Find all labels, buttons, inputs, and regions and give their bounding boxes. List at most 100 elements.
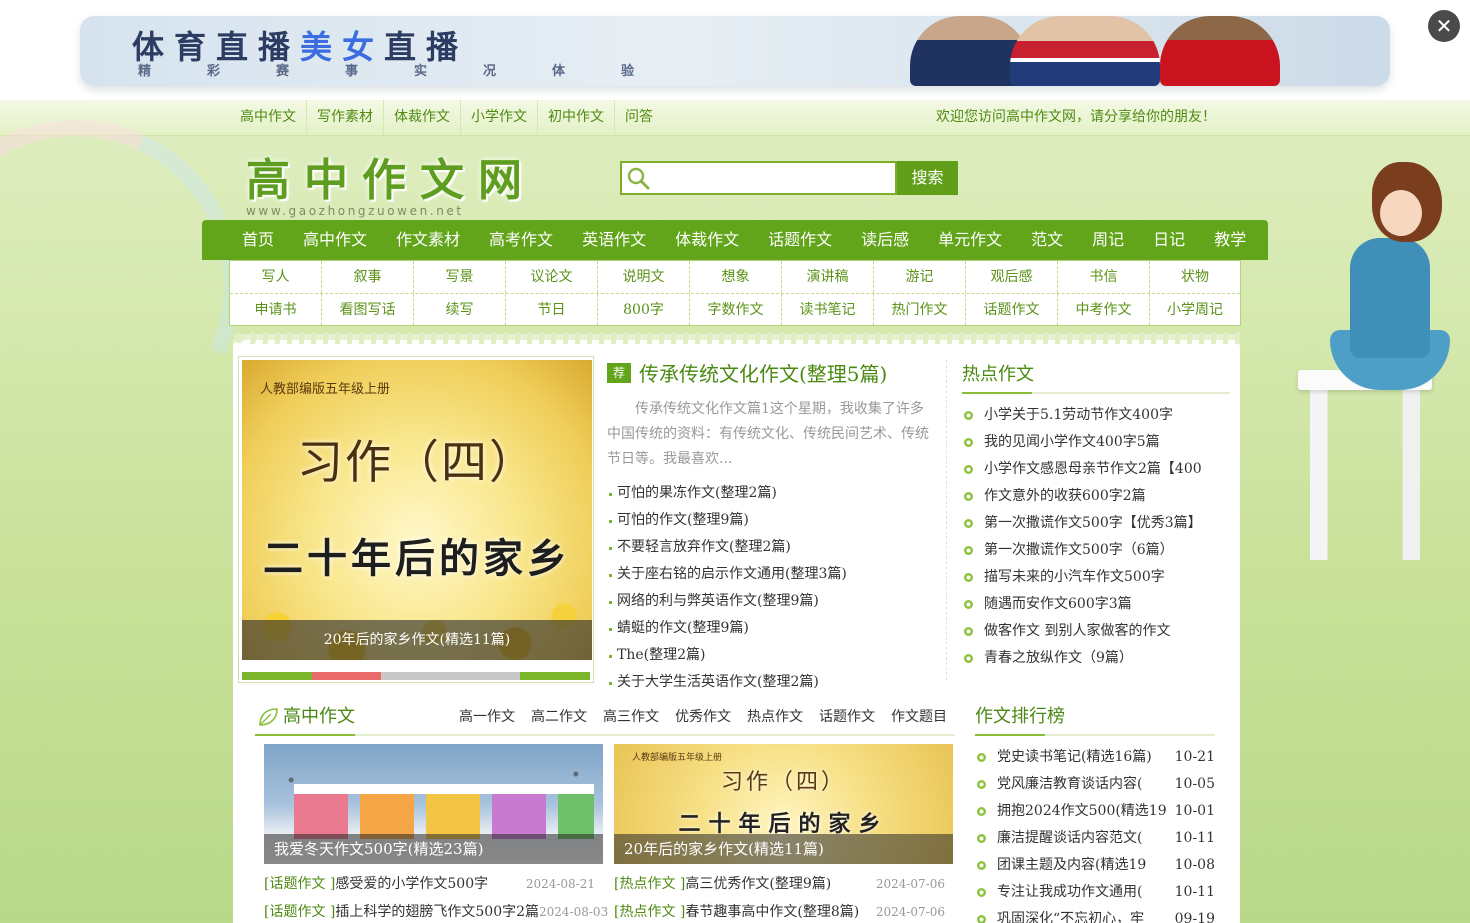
list-item[interactable]: [话题作文 ]插上科学的翅膀飞作文500字2篇 2024-08-03: [264, 898, 608, 923]
sub-nav-item[interactable]: 读书笔记: [782, 294, 874, 325]
site-logo[interactable]: 高中作文网 www.gaozhongzuowen.net: [246, 144, 536, 218]
item-title[interactable]: 拥抱2024作文500(精选19: [997, 798, 1167, 825]
main-nav-item[interactable]: 话题作文: [768, 220, 832, 260]
sub-nav-item[interactable]: 节日: [506, 294, 598, 325]
top-nav-link[interactable]: 问答: [615, 100, 663, 136]
section-tab[interactable]: 热点作文: [747, 700, 803, 734]
sub-nav-item[interactable]: 小学周记: [1150, 294, 1240, 325]
item-tag[interactable]: [热点作文 ]: [614, 876, 685, 892]
main-nav-home[interactable]: 首页: [242, 220, 274, 260]
list-item[interactable]: 网络的利与弊英语作文(整理9篇): [607, 588, 933, 615]
search-button[interactable]: 搜索: [897, 161, 958, 195]
list-item[interactable]: [热点作文 ]春节趣事高中作文(整理8篇) 2024-07-06: [614, 898, 953, 923]
top-nav-link[interactable]: 体裁作文: [384, 100, 461, 136]
card-caption[interactable]: 20年后的家乡作文(精选11篇): [614, 834, 953, 864]
main-nav-item[interactable]: 日记: [1153, 220, 1185, 260]
sub-nav-item[interactable]: 想象: [690, 261, 782, 293]
slider-dot[interactable]: [311, 672, 382, 680]
sub-nav-item[interactable]: 800字: [598, 294, 690, 325]
featured-title[interactable]: 传承传统文化作文(整理5篇): [639, 358, 887, 387]
list-item[interactable]: 第一次撒谎作文500字（6篇）: [962, 537, 1230, 564]
top-nav-link[interactable]: 小学作文: [461, 100, 538, 136]
slide-caption[interactable]: 20年后的家乡作文(精选11篇): [242, 620, 592, 660]
list-item[interactable]: 小学关于5.1劳动节作文400字: [962, 402, 1230, 429]
item-tag[interactable]: [话题作文 ]: [264, 876, 335, 892]
slider-dot[interactable]: [381, 672, 451, 680]
top-nav-link[interactable]: 写作素材: [307, 100, 384, 136]
section-tab[interactable]: 话题作文: [819, 700, 875, 734]
list-item[interactable]: [话题作文 ]感受爱的小学作文500字 2024-08-21: [264, 870, 603, 898]
sub-nav-item[interactable]: 状物: [1150, 261, 1240, 293]
section-tab[interactable]: 高二作文: [531, 700, 587, 734]
sub-nav-item[interactable]: 热门作文: [874, 294, 966, 325]
top-nav-link[interactable]: 高中作文: [230, 100, 307, 136]
slider-dot[interactable]: [520, 672, 590, 680]
slide-image[interactable]: 人教部编版五年级上册 习作（四） 二十年后的家乡 20年后的家乡作文(精选11篇…: [242, 360, 592, 660]
item-title[interactable]: 团课主题及内容(精选19: [997, 852, 1146, 879]
main-nav-item[interactable]: 周记: [1092, 220, 1124, 260]
slider-dot[interactable]: [450, 672, 521, 680]
item-title[interactable]: 高三优秀作文(整理9篇): [685, 876, 831, 892]
main-nav-item[interactable]: 教学: [1214, 220, 1246, 260]
search-box[interactable]: [620, 161, 897, 195]
list-item[interactable]: 拥抱2024作文500(精选19 10-01: [975, 798, 1215, 825]
sub-nav-item[interactable]: 书信: [1058, 261, 1150, 293]
main-nav-item[interactable]: 高中作文: [303, 220, 367, 260]
top-nav-link[interactable]: 初中作文: [538, 100, 615, 136]
item-title[interactable]: 感受爱的小学作文500字: [335, 876, 488, 892]
main-nav-item[interactable]: 范文: [1031, 220, 1063, 260]
list-item[interactable]: 作文意外的收获600字2篇: [962, 483, 1230, 510]
list-item[interactable]: 可怕的作文(整理9篇): [607, 507, 933, 534]
sub-nav-item[interactable]: 看图写话: [322, 294, 414, 325]
close-ad-button[interactable]: ✕: [1428, 10, 1460, 42]
sub-nav-item[interactable]: 写人: [230, 261, 322, 293]
list-item[interactable]: 巩固深化“不忘初心，牢 09-19: [975, 906, 1215, 923]
sub-nav-item[interactable]: 观后感: [966, 261, 1058, 293]
main-nav-item[interactable]: 作文素材: [396, 220, 460, 260]
section-tab[interactable]: 高一作文: [459, 700, 515, 734]
list-item[interactable]: 团课主题及内容(精选19 10-08: [975, 852, 1215, 879]
item-title[interactable]: 党史读书笔记(精选16篇): [997, 744, 1152, 771]
top-ad-banner[interactable]: 体育直播美女直播 精彩赛事实况体验 ✕: [0, 0, 1470, 100]
item-title[interactable]: 党风廉洁教育谈话内容(: [997, 771, 1142, 798]
list-item[interactable]: [热点作文 ]高三优秀作文(整理9篇) 2024-07-06: [614, 870, 953, 898]
list-item[interactable]: 廉洁提醒谈话内容范文(10-11: [975, 825, 1215, 852]
card-image[interactable]: 人教部编版五年级上册 习作（四） 二十年后的家乡 20年后的家乡作文(精选11篇…: [614, 744, 953, 864]
list-item[interactable]: 蜻蜓的作文(整理9篇): [607, 615, 933, 642]
item-tag[interactable]: [话题作文 ]: [264, 904, 335, 920]
list-item[interactable]: 我的见闻小学作文400字5篇: [962, 429, 1230, 456]
list-item[interactable]: 小学作文感恩母亲节作文2篇【400: [962, 456, 1230, 483]
sub-nav-item[interactable]: 话题作文: [966, 294, 1058, 325]
section-tab[interactable]: 作文题目: [891, 700, 947, 734]
item-title[interactable]: 巩固深化“不忘初心，牢: [997, 906, 1144, 923]
sub-nav-item[interactable]: 中考作文: [1058, 294, 1150, 325]
item-title[interactable]: 专注让我成功作文通用(: [997, 879, 1142, 906]
list-item[interactable]: 专注让我成功作文通用(10-11: [975, 879, 1215, 906]
sub-nav-item[interactable]: 议论文: [506, 261, 598, 293]
list-item[interactable]: 党风廉洁教育谈话内容(10-05: [975, 771, 1215, 798]
main-nav-item[interactable]: 读后感: [861, 220, 909, 260]
list-item[interactable]: 党史读书笔记(精选16篇) 10-21: [975, 744, 1215, 771]
list-item[interactable]: 可怕的果冻作文(整理2篇): [607, 480, 933, 507]
main-nav-item[interactable]: 体裁作文: [675, 220, 739, 260]
ad-image[interactable]: 体育直播美女直播 精彩赛事实况体验: [80, 16, 1390, 86]
sub-nav-item[interactable]: 游记: [874, 261, 966, 293]
item-title[interactable]: 廉洁提醒谈话内容范文(: [997, 825, 1142, 852]
section-tab[interactable]: 高三作文: [603, 700, 659, 734]
section-title[interactable]: 高中作文: [283, 700, 355, 734]
item-tag[interactable]: [热点作文 ]: [614, 904, 685, 920]
sub-nav-item[interactable]: 演讲稿: [782, 261, 874, 293]
item-title[interactable]: 插上科学的翅膀飞作文500字2篇: [335, 904, 539, 920]
section-tab[interactable]: 优秀作文: [675, 700, 731, 734]
list-item[interactable]: 青春之放纵作文（9篇）: [962, 645, 1230, 672]
main-nav-item[interactable]: 单元作文: [938, 220, 1002, 260]
sub-nav-item[interactable]: 说明文: [598, 261, 690, 293]
main-nav-item[interactable]: 高考作文: [489, 220, 553, 260]
list-item[interactable]: 不要轻言放弃作文(整理2篇): [607, 534, 933, 561]
card-image[interactable]: 我爱冬天作文500字(精选23篇): [264, 744, 603, 864]
item-title[interactable]: 春节趣事高中作文(整理8篇): [685, 904, 859, 920]
sub-nav-item[interactable]: 叙事: [322, 261, 414, 293]
list-item[interactable]: The(整理2篇): [607, 642, 933, 669]
list-item[interactable]: 关于座右铭的启示作文通用(整理3篇): [607, 561, 933, 588]
list-item[interactable]: 描写未来的小汽车作文500字: [962, 564, 1230, 591]
